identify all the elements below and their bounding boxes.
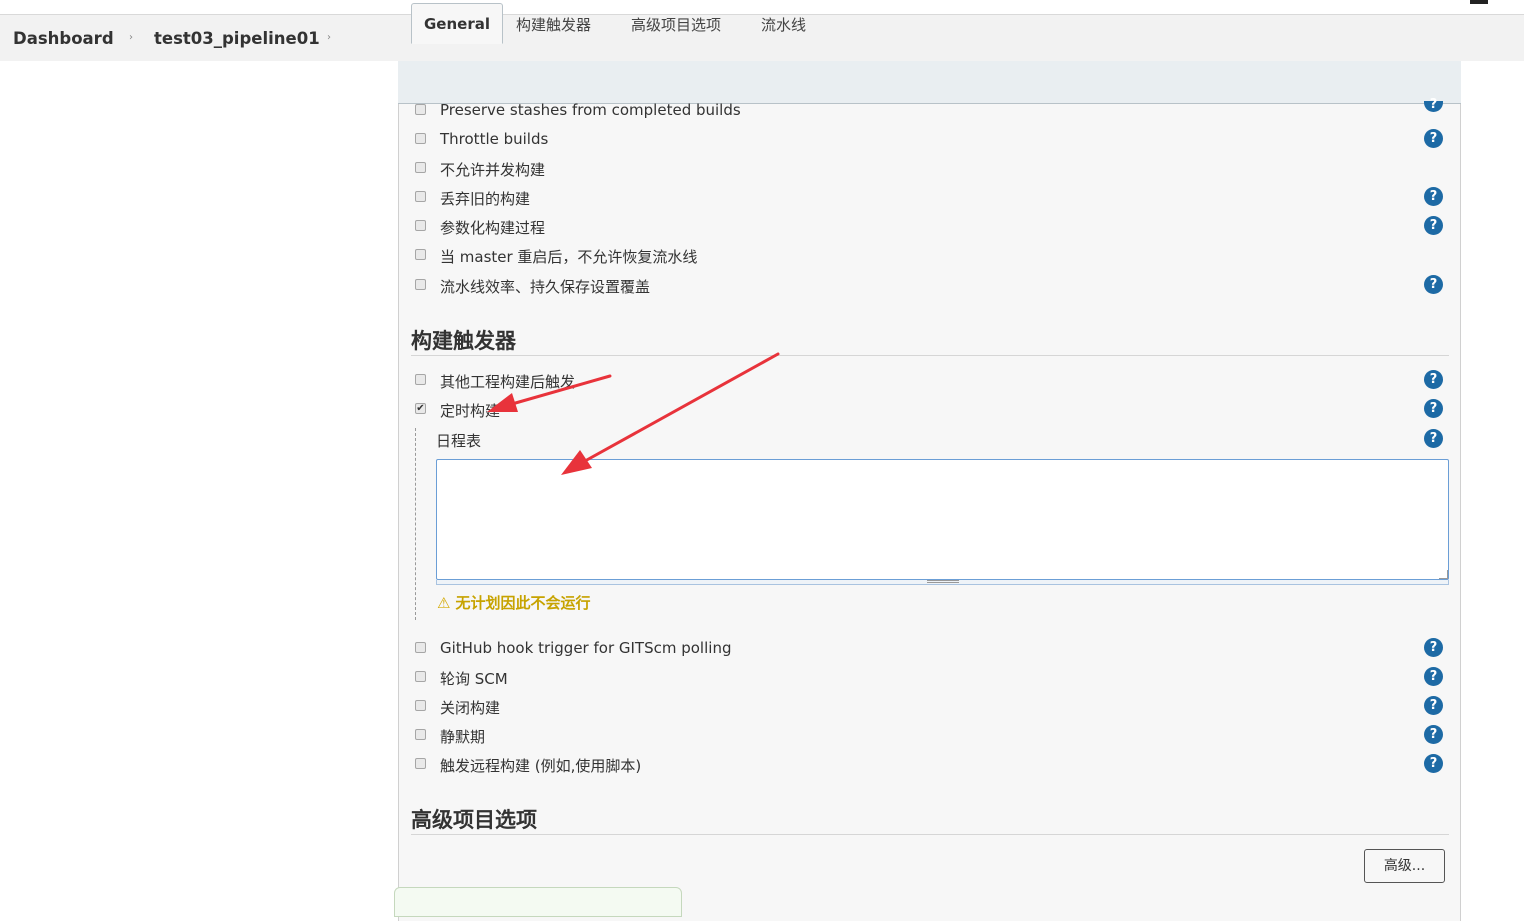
help-icon[interactable]: ? — [1424, 187, 1443, 206]
nested-indent-line — [415, 428, 416, 620]
option-label: 静默期 — [440, 728, 486, 746]
checkbox-icon[interactable] — [415, 133, 426, 144]
help-icon[interactable]: ? — [1424, 429, 1443, 448]
checkbox-icon[interactable]: ✔ — [415, 403, 426, 414]
option-label: 当 master 重启后，不允许恢复流水线 — [440, 248, 698, 266]
help-icon[interactable]: ? — [1424, 696, 1443, 715]
help-icon[interactable]: ? — [1424, 754, 1443, 773]
option-label: 流水线效率、持久保存设置覆盖 — [440, 278, 651, 296]
option-label: Preserve stashes from completed builds — [440, 101, 741, 119]
help-icon[interactable]: ? — [1424, 399, 1443, 418]
option-label: Throttle builds — [440, 130, 549, 148]
grip-lines — [927, 580, 959, 583]
tab-build-triggers[interactable]: 构建触发器 — [516, 14, 591, 35]
chevron-right-icon[interactable]: › — [327, 32, 331, 43]
checkbox-icon[interactable] — [415, 162, 426, 173]
chevron-right-icon[interactable]: › — [129, 32, 133, 43]
schedule-textarea[interactable] — [436, 459, 1449, 580]
advanced-button[interactable]: 高级... — [1364, 849, 1445, 883]
option-label: 不允许并发构建 — [440, 161, 546, 179]
browser-bookmark-strip — [0, 0, 1524, 15]
help-icon[interactable]: ? — [1424, 667, 1443, 686]
schedule-warning: ⚠ 无计划因此不会运行 — [437, 592, 590, 613]
option-label: 定时构建 — [440, 402, 501, 420]
breadcrumb-dashboard[interactable]: Dashboard — [13, 29, 114, 48]
checkbox-icon[interactable] — [415, 374, 426, 385]
section-title-advanced: 高级项目选项 — [411, 808, 537, 832]
option-label: 丢弃旧的构建 — [440, 190, 531, 208]
textarea-resize-handle[interactable] — [1439, 570, 1448, 579]
help-icon[interactable]: ? — [1424, 129, 1443, 148]
help-icon[interactable]: ? — [1424, 638, 1443, 657]
section-divider — [411, 355, 1449, 356]
tab-advanced-options[interactable]: 高级项目选项 — [631, 14, 721, 35]
warning-icon: ⚠ — [437, 594, 451, 612]
option-label: 轮询 SCM — [440, 670, 508, 688]
bottom-panel-edge — [394, 887, 682, 917]
option-label: 其他工程构建后触发 — [440, 373, 576, 391]
checkbox-icon[interactable] — [415, 191, 426, 202]
checkbox-icon[interactable] — [415, 104, 426, 115]
section-divider — [411, 834, 1449, 835]
tab-pipeline[interactable]: 流水线 — [761, 14, 806, 35]
checkbox-icon[interactable] — [415, 279, 426, 290]
checkbox-icon[interactable] — [415, 671, 426, 682]
checkbox-icon[interactable] — [415, 758, 426, 769]
checkbox-icon[interactable] — [415, 249, 426, 260]
help-icon[interactable]: ? — [1424, 216, 1443, 235]
help-icon[interactable]: ? — [1424, 275, 1443, 294]
toolbar-icon — [1470, 0, 1488, 4]
section-title-triggers: 构建触发器 — [411, 329, 516, 353]
help-icon[interactable]: ? — [1424, 370, 1443, 389]
textarea-resize-grip[interactable] — [436, 580, 1449, 585]
checkbox-icon[interactable] — [415, 729, 426, 740]
option-label: GitHub hook trigger for GITScm polling — [440, 639, 732, 657]
checkbox-icon[interactable] — [415, 700, 426, 711]
option-label: 触发远程构建 (例如,使用脚本) — [440, 757, 642, 775]
config-tabbar — [398, 61, 1461, 104]
tab-general[interactable]: General — [411, 3, 503, 44]
breadcrumb-job[interactable]: test03_pipeline01 — [154, 29, 320, 48]
checkbox-icon[interactable] — [415, 220, 426, 231]
help-icon[interactable]: ? — [1424, 725, 1443, 744]
option-label: 关闭构建 — [440, 699, 501, 717]
option-label: 参数化构建过程 — [440, 219, 546, 237]
warning-text: 无计划因此不会运行 — [455, 594, 591, 612]
checkbox-icon[interactable] — [415, 642, 426, 653]
schedule-label: 日程表 — [436, 432, 482, 450]
